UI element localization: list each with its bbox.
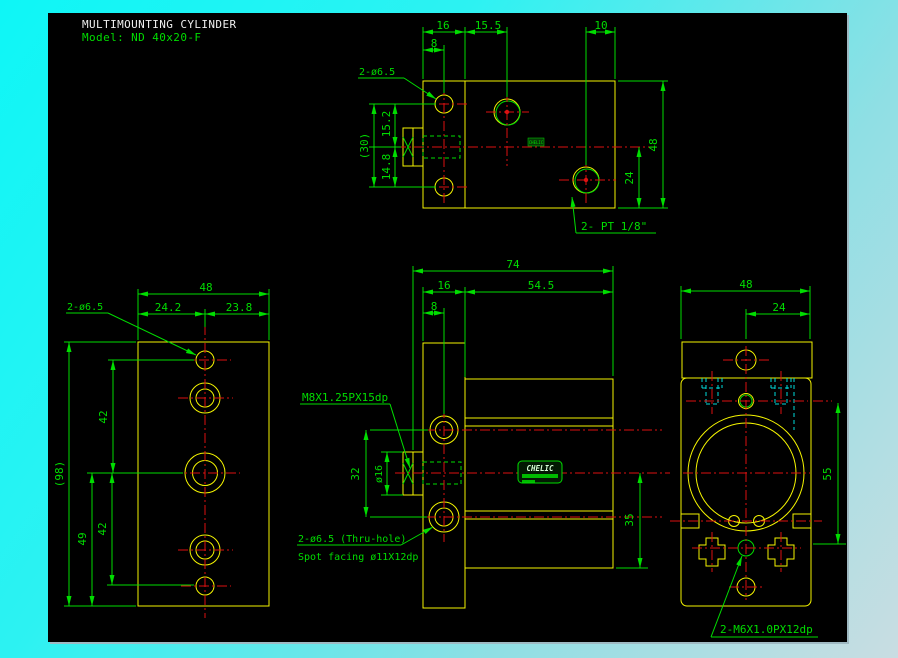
drawing-title: MULTIMOUNTING CYLINDER (82, 18, 237, 31)
dim-8-label: 8 (431, 37, 438, 50)
cad-drawing: MULTIMOUNTING CYLINDER Model: ND 40x20-F (53, 18, 846, 638)
brand-stamp-small-text: CHELIC (529, 140, 544, 145)
side-view: 48 24.2 23.8 2-ø6.5 (98) 49 42 42 (53, 281, 270, 618)
dim-23-8-label: 23.8 (226, 301, 253, 314)
dim-16-label: 16 (437, 279, 450, 292)
end-view-dimensions: 48 24 55 2-M6X1.0PX12dp (680, 278, 846, 638)
front-view-dimensions: 74 16 54.5 8 M8X1.25PX15dp 32 ø16 2-ø6.5… (297, 258, 648, 569)
dim-24-label: 24 (772, 301, 786, 314)
dim-24-label: 24 (623, 171, 636, 185)
top-view-geometry: CHELIC (396, 80, 656, 209)
dim-32-label: 32 (349, 467, 362, 480)
dim-55-label: 55 (821, 467, 834, 480)
dim-24-2-label: 24.2 (155, 301, 182, 314)
rod-thread-callout: M8X1.25PX15dp (302, 391, 388, 404)
brand-stamp-subline (522, 480, 535, 483)
front-view: CHELIC 74 16 54.5 8 M8X1.25PX15dp 32 ø16… (297, 258, 670, 609)
dim-74-label: 74 (506, 258, 520, 271)
dim-48-label: 48 (199, 281, 212, 294)
brand-stamp-text: CHELIC (526, 464, 554, 473)
dim-54-5-label: 54.5 (528, 279, 555, 292)
end-view: 48 24 55 2-M6X1.0PX12dp (670, 278, 846, 638)
drawing-model: Model: ND 40x20-F (82, 31, 201, 44)
dim-15-2-label: 15.2 (380, 111, 393, 138)
m6-thread-callout: 2-M6X1.0PX12dp (720, 623, 813, 636)
dim-30-label: (30) (358, 133, 371, 160)
top-hole-callout: 2-ø6.5 (359, 67, 395, 78)
port-callout: 2- PT 1/8" (581, 220, 647, 233)
side-hole-callout: 2-ø6.5 (67, 302, 103, 313)
dim-35-label: 35 (623, 513, 636, 526)
thru-hole-callout: 2-ø6.5 (Thru-hole) (298, 534, 406, 545)
end-view-geometry (670, 341, 822, 607)
title-block: MULTIMOUNTING CYLINDER Model: ND 40x20-F (82, 18, 237, 44)
side-view-dimensions: 48 24.2 23.8 2-ø6.5 (98) 49 42 42 (53, 281, 270, 607)
dim-8-label: 8 (431, 300, 438, 313)
dim-16-label: 16 (436, 19, 449, 32)
dim-14-8-label: 14.8 (380, 154, 393, 181)
side-view-plate-outline (137, 341, 270, 607)
spot-facing-callout: Spot facing ø11X12dp (298, 552, 418, 563)
dim-42-lower-label: 42 (96, 522, 109, 535)
dim-48-label: 48 (739, 278, 752, 291)
dim-10-label: 10 (594, 19, 607, 32)
dim-15-5-label: 15.5 (475, 19, 502, 32)
side-view-geometry (137, 325, 270, 618)
top-view-dimensions: 16 15.5 10 8 (30) 15.2 14.8 48 24 2-ø6.5 (358, 19, 668, 234)
dim-42-upper-label: 42 (97, 410, 110, 423)
dim-dia16-label: ø16 (374, 465, 385, 483)
cad-application-background: { "title": { "name": "MULTIMOUNTING CYLI… (0, 0, 898, 658)
drawing-canvas[interactable]: MULTIMOUNTING CYLINDER Model: ND 40x20-F (48, 13, 847, 642)
dim-49-label: 49 (76, 532, 89, 545)
top-view: CHELIC 16 15.5 10 8 (30) 15.2 14.8 48 24… (358, 19, 668, 234)
dim-98-label: (98) (53, 461, 66, 488)
brand-stamp: CHELIC (517, 460, 563, 484)
brand-stamp-subline (522, 474, 558, 478)
dim-48-label: 48 (647, 138, 660, 151)
